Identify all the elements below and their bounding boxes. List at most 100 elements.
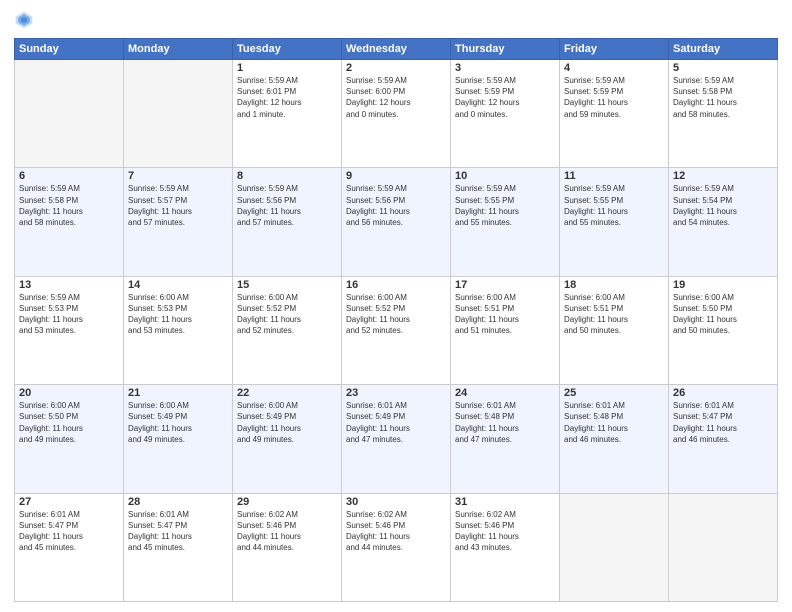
header [14,10,778,30]
calendar-cell: 25Sunrise: 6:01 AM Sunset: 5:48 PM Dayli… [560,385,669,493]
day-number: 3 [455,62,555,74]
calendar-cell [669,493,778,601]
calendar-cell: 23Sunrise: 6:01 AM Sunset: 5:49 PM Dayli… [342,385,451,493]
calendar-cell: 7Sunrise: 5:59 AM Sunset: 5:57 PM Daylig… [124,168,233,276]
calendar-day-header: Sunday [15,39,124,60]
calendar-day-header: Wednesday [342,39,451,60]
day-number: 2 [346,62,446,74]
calendar-cell: 12Sunrise: 5:59 AM Sunset: 5:54 PM Dayli… [669,168,778,276]
day-info: Sunrise: 6:02 AM Sunset: 5:46 PM Dayligh… [237,509,337,554]
day-info: Sunrise: 5:59 AM Sunset: 5:56 PM Dayligh… [346,183,446,228]
calendar-cell: 27Sunrise: 6:01 AM Sunset: 5:47 PM Dayli… [15,493,124,601]
day-info: Sunrise: 5:59 AM Sunset: 5:53 PM Dayligh… [19,292,119,337]
calendar-cell: 11Sunrise: 5:59 AM Sunset: 5:55 PM Dayli… [560,168,669,276]
day-info: Sunrise: 6:02 AM Sunset: 5:46 PM Dayligh… [346,509,446,554]
day-number: 7 [128,170,228,182]
day-number: 12 [673,170,773,182]
calendar-cell: 9Sunrise: 5:59 AM Sunset: 5:56 PM Daylig… [342,168,451,276]
day-number: 15 [237,279,337,291]
day-info: Sunrise: 6:00 AM Sunset: 5:50 PM Dayligh… [673,292,773,337]
calendar-day-header: Friday [560,39,669,60]
day-number: 14 [128,279,228,291]
day-info: Sunrise: 5:59 AM Sunset: 5:55 PM Dayligh… [564,183,664,228]
calendar-cell: 10Sunrise: 5:59 AM Sunset: 5:55 PM Dayli… [451,168,560,276]
day-number: 31 [455,496,555,508]
calendar-cell: 24Sunrise: 6:01 AM Sunset: 5:48 PM Dayli… [451,385,560,493]
day-number: 22 [237,387,337,399]
day-info: Sunrise: 6:02 AM Sunset: 5:46 PM Dayligh… [455,509,555,554]
calendar-cell: 13Sunrise: 5:59 AM Sunset: 5:53 PM Dayli… [15,276,124,384]
calendar-header-row: SundayMondayTuesdayWednesdayThursdayFrid… [15,39,778,60]
day-number: 4 [564,62,664,74]
calendar-cell: 19Sunrise: 6:00 AM Sunset: 5:50 PM Dayli… [669,276,778,384]
day-number: 20 [19,387,119,399]
day-number: 21 [128,387,228,399]
logo-icon [14,10,34,30]
day-number: 11 [564,170,664,182]
day-info: Sunrise: 6:00 AM Sunset: 5:52 PM Dayligh… [346,292,446,337]
calendar-day-header: Thursday [451,39,560,60]
calendar-day-header: Saturday [669,39,778,60]
calendar-cell: 6Sunrise: 5:59 AM Sunset: 5:58 PM Daylig… [15,168,124,276]
calendar-cell [560,493,669,601]
calendar-day-header: Tuesday [233,39,342,60]
calendar-cell: 4Sunrise: 5:59 AM Sunset: 5:59 PM Daylig… [560,60,669,168]
day-number: 1 [237,62,337,74]
day-info: Sunrise: 5:59 AM Sunset: 6:00 PM Dayligh… [346,75,446,120]
day-info: Sunrise: 6:00 AM Sunset: 5:51 PM Dayligh… [564,292,664,337]
day-info: Sunrise: 6:00 AM Sunset: 5:52 PM Dayligh… [237,292,337,337]
calendar-cell: 1Sunrise: 5:59 AM Sunset: 6:01 PM Daylig… [233,60,342,168]
calendar-cell: 18Sunrise: 6:00 AM Sunset: 5:51 PM Dayli… [560,276,669,384]
calendar-cell: 8Sunrise: 5:59 AM Sunset: 5:56 PM Daylig… [233,168,342,276]
day-info: Sunrise: 6:01 AM Sunset: 5:47 PM Dayligh… [19,509,119,554]
day-info: Sunrise: 5:59 AM Sunset: 6:01 PM Dayligh… [237,75,337,120]
calendar-cell: 31Sunrise: 6:02 AM Sunset: 5:46 PM Dayli… [451,493,560,601]
calendar-cell: 16Sunrise: 6:00 AM Sunset: 5:52 PM Dayli… [342,276,451,384]
day-info: Sunrise: 5:59 AM Sunset: 5:56 PM Dayligh… [237,183,337,228]
day-number: 5 [673,62,773,74]
day-number: 19 [673,279,773,291]
calendar-cell: 20Sunrise: 6:00 AM Sunset: 5:50 PM Dayli… [15,385,124,493]
calendar-week-row: 13Sunrise: 5:59 AM Sunset: 5:53 PM Dayli… [15,276,778,384]
calendar-cell: 30Sunrise: 6:02 AM Sunset: 5:46 PM Dayli… [342,493,451,601]
day-info: Sunrise: 6:01 AM Sunset: 5:49 PM Dayligh… [346,400,446,445]
calendar-cell: 29Sunrise: 6:02 AM Sunset: 5:46 PM Dayli… [233,493,342,601]
day-number: 10 [455,170,555,182]
day-number: 18 [564,279,664,291]
calendar-cell: 28Sunrise: 6:01 AM Sunset: 5:47 PM Dayli… [124,493,233,601]
day-number: 24 [455,387,555,399]
day-info: Sunrise: 5:59 AM Sunset: 5:57 PM Dayligh… [128,183,228,228]
calendar-cell: 3Sunrise: 5:59 AM Sunset: 5:59 PM Daylig… [451,60,560,168]
day-info: Sunrise: 6:01 AM Sunset: 5:48 PM Dayligh… [564,400,664,445]
day-number: 6 [19,170,119,182]
calendar-cell: 5Sunrise: 5:59 AM Sunset: 5:58 PM Daylig… [669,60,778,168]
calendar-cell [124,60,233,168]
logo [14,10,38,30]
day-info: Sunrise: 5:59 AM Sunset: 5:58 PM Dayligh… [19,183,119,228]
day-info: Sunrise: 6:00 AM Sunset: 5:53 PM Dayligh… [128,292,228,337]
day-number: 23 [346,387,446,399]
day-number: 9 [346,170,446,182]
day-number: 28 [128,496,228,508]
calendar-table: SundayMondayTuesdayWednesdayThursdayFrid… [14,38,778,602]
day-info: Sunrise: 5:59 AM Sunset: 5:58 PM Dayligh… [673,75,773,120]
day-number: 26 [673,387,773,399]
calendar-cell: 21Sunrise: 6:00 AM Sunset: 5:49 PM Dayli… [124,385,233,493]
day-info: Sunrise: 5:59 AM Sunset: 5:55 PM Dayligh… [455,183,555,228]
calendar-cell: 17Sunrise: 6:00 AM Sunset: 5:51 PM Dayli… [451,276,560,384]
calendar-week-row: 6Sunrise: 5:59 AM Sunset: 5:58 PM Daylig… [15,168,778,276]
day-number: 27 [19,496,119,508]
day-number: 29 [237,496,337,508]
calendar-week-row: 20Sunrise: 6:00 AM Sunset: 5:50 PM Dayli… [15,385,778,493]
calendar-cell: 26Sunrise: 6:01 AM Sunset: 5:47 PM Dayli… [669,385,778,493]
day-info: Sunrise: 6:00 AM Sunset: 5:49 PM Dayligh… [128,400,228,445]
calendar-cell: 22Sunrise: 6:00 AM Sunset: 5:49 PM Dayli… [233,385,342,493]
day-number: 8 [237,170,337,182]
calendar-cell [15,60,124,168]
day-info: Sunrise: 6:00 AM Sunset: 5:50 PM Dayligh… [19,400,119,445]
day-info: Sunrise: 6:00 AM Sunset: 5:49 PM Dayligh… [237,400,337,445]
day-info: Sunrise: 6:01 AM Sunset: 5:48 PM Dayligh… [455,400,555,445]
day-info: Sunrise: 5:59 AM Sunset: 5:59 PM Dayligh… [564,75,664,120]
calendar-cell: 14Sunrise: 6:00 AM Sunset: 5:53 PM Dayli… [124,276,233,384]
page: SundayMondayTuesdayWednesdayThursdayFrid… [0,0,792,612]
